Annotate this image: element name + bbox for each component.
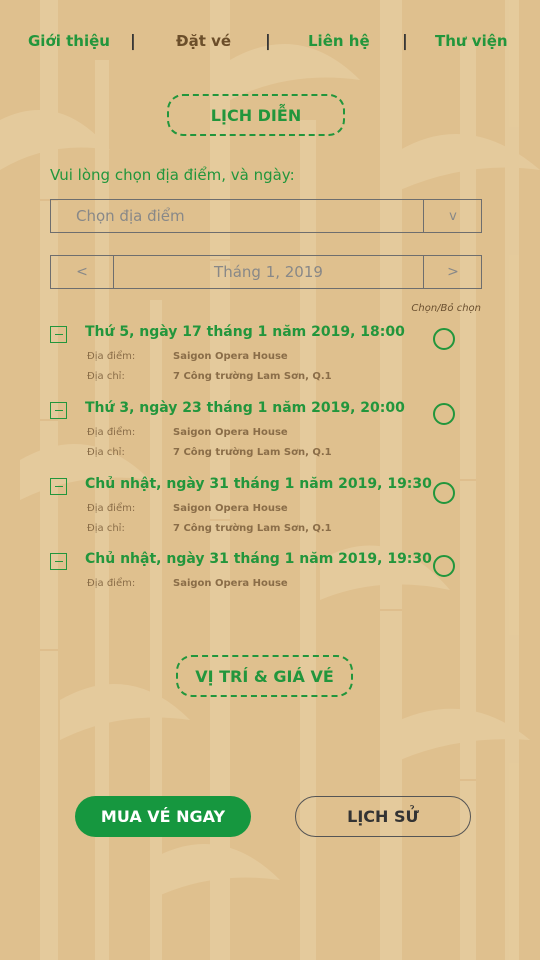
event-title: Chủ nhật, ngày 31 tháng 1 năm 2019, 19:3… [85, 476, 432, 492]
event-title: Thứ 3, ngày 23 tháng 1 năm 2019, 20:00 [85, 400, 405, 416]
address-label: Địa chỉ: [87, 523, 125, 534]
event-title: Thứ 5, ngày 17 tháng 1 năm 2019, 18:00 [85, 324, 405, 340]
address-value: 7 Công trường Lam Sơn, Q.1 [173, 371, 332, 382]
nav-item-gioi-thieu[interactable]: Giới thiệu [28, 32, 110, 50]
location-select[interactable]: Chọn địa điểm v [50, 199, 482, 233]
venue-label: Địa điểm: [87, 503, 136, 514]
address-label: Địa chỉ: [87, 371, 125, 382]
nav-separator: | [402, 31, 408, 50]
venue-value: Saigon Opera House [173, 351, 288, 362]
address-value: 7 Công trường Lam Sơn, Q.1 [173, 523, 332, 534]
venue-value: Saigon Opera House [173, 578, 288, 589]
minus-square-icon[interactable] [50, 478, 67, 495]
radio-circle-icon[interactable] [433, 403, 455, 425]
address-value: 7 Công trường Lam Sơn, Q.1 [173, 447, 332, 458]
minus-square-icon[interactable] [50, 553, 67, 570]
select-toggle-label: Chọn/Bỏ chọn [411, 303, 481, 314]
radio-circle-icon[interactable] [433, 328, 455, 350]
chevron-down-icon[interactable]: v [423, 200, 482, 232]
minus-square-icon[interactable] [50, 402, 67, 419]
radio-circle-icon[interactable] [433, 482, 455, 504]
history-button[interactable]: LỊCH SỬ [295, 796, 471, 837]
nav-item-dat-ve[interactable]: Đặt vé [176, 32, 231, 50]
venue-label: Địa điểm: [87, 427, 136, 438]
minus-square-icon[interactable] [50, 326, 67, 343]
location-price-button[interactable]: VỊ TRÍ & GIÁ VÉ [176, 655, 353, 697]
prompt-text: Vui lòng chọn địa điểm, và ngày: [50, 166, 295, 184]
nav-separator: | [130, 31, 136, 50]
venue-label: Địa điểm: [87, 578, 136, 589]
nav-separator: | [265, 31, 271, 50]
event-title: Chủ nhật, ngày 31 tháng 1 năm 2019, 19:3… [85, 551, 432, 567]
prev-month-button[interactable]: < [51, 256, 114, 288]
nav-item-lien-he[interactable]: Liên hệ [308, 32, 370, 50]
radio-circle-icon[interactable] [433, 555, 455, 577]
buy-now-button[interactable]: MUA VÉ NGAY [75, 796, 251, 837]
venue-value: Saigon Opera House [173, 427, 288, 438]
month-label: Tháng 1, 2019 [214, 263, 323, 281]
nav-item-thu-vien[interactable]: Thư viện [435, 32, 508, 50]
venue-value: Saigon Opera House [173, 503, 288, 514]
address-label: Địa chỉ: [87, 447, 125, 458]
venue-label: Địa điểm: [87, 351, 136, 362]
schedule-heading: LỊCH DIỄN [167, 94, 345, 136]
location-select-placeholder: Chọn địa điểm [76, 207, 185, 225]
month-navigator: < Tháng 1, 2019 > [50, 255, 482, 289]
next-month-button[interactable]: > [423, 256, 482, 288]
